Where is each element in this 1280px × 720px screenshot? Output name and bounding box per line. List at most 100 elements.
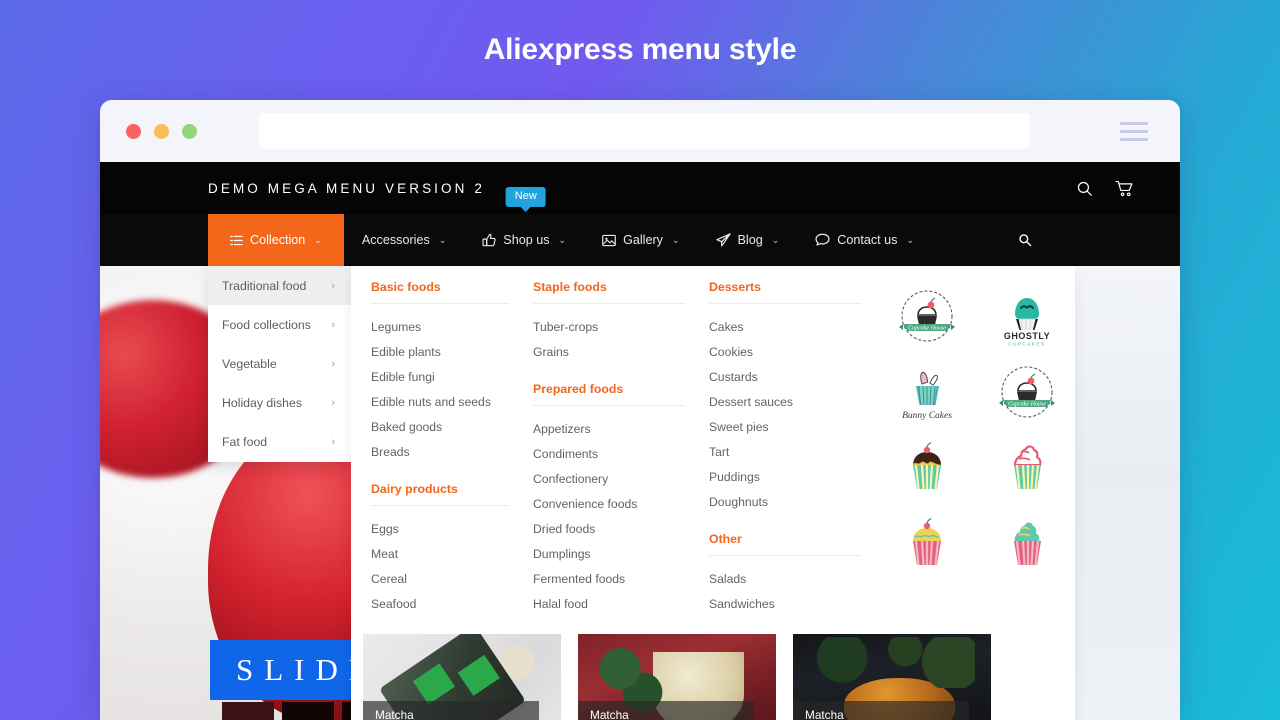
menu-link[interactable]: Appetizers xyxy=(533,416,685,441)
chat-icon xyxy=(815,233,830,247)
ghostly-cupcakes-logo[interactable]: GHOSTLY CUPCAKES xyxy=(987,280,1067,356)
nav-item-blog[interactable]: Blog ⌄ xyxy=(698,214,798,266)
mega-menu-content: Basic foods Legumes Edible plants Edible… xyxy=(351,266,1075,720)
nav-label: Shop us xyxy=(503,233,550,247)
menu-link[interactable]: Condiments xyxy=(533,441,685,466)
menu-link[interactable]: Meat xyxy=(371,541,509,566)
page-body: SLIDE Traditional food › Food collection… xyxy=(100,266,1180,720)
close-dot[interactable] xyxy=(126,123,141,139)
cupcake-house-badge-logo[interactable]: Cupcake House xyxy=(987,356,1067,432)
menu-link[interactable]: Tuber-crops xyxy=(533,314,685,339)
sidebar-item-holiday-dishes[interactable]: Holiday dishes › xyxy=(208,383,351,422)
sidebar-item-traditional-food[interactable]: Traditional food › xyxy=(208,266,351,305)
chocolate-cupcake-icon[interactable] xyxy=(887,432,967,508)
chevron-down-icon: ⌄ xyxy=(906,234,915,245)
minimize-dot[interactable] xyxy=(154,123,169,139)
promo-card[interactable]: Matcha Eat me! xyxy=(363,634,561,720)
menu-link[interactable]: Legumes xyxy=(371,314,509,339)
green-swirl-cupcake-icon[interactable] xyxy=(987,508,1067,584)
search-icon[interactable] xyxy=(1076,180,1093,197)
svg-text:Cupcake House: Cupcake House xyxy=(908,326,946,332)
menu-link[interactable]: Cakes xyxy=(709,314,861,339)
menu-link[interactable]: Halal food xyxy=(533,591,685,616)
site-nav: Collection ⌄ Accessories ⌄ New Shop us ⌄ xyxy=(100,187,1180,266)
url-input[interactable] xyxy=(259,113,1030,149)
menu-link[interactable]: Seafood xyxy=(371,591,509,616)
menu-link[interactable]: Grains xyxy=(533,339,685,364)
maximize-dot[interactable] xyxy=(182,123,197,139)
menu-link[interactable]: Salads xyxy=(709,566,861,591)
pink-swirl-cupcake-icon[interactable] xyxy=(987,432,1067,508)
page-title: Aliexpress menu style xyxy=(483,33,797,66)
menu-link[interactable]: Confectionery xyxy=(533,466,685,491)
nav-item-accessories[interactable]: Accessories ⌄ xyxy=(344,214,464,266)
menu-link[interactable]: Tart xyxy=(709,439,861,464)
menu-link[interactable]: Edible nuts and seeds xyxy=(371,389,509,414)
nav-item-collection[interactable]: Collection ⌄ xyxy=(208,214,344,266)
nav-item-contact-us[interactable]: Contact us ⌄ xyxy=(797,214,932,266)
menu-link[interactable]: Sandwiches xyxy=(709,591,861,616)
site-topbar: DEMO MEGA MENU VERSION 2 xyxy=(100,162,1180,214)
menu-link[interactable]: Edible fungi xyxy=(371,364,509,389)
nav-label: Collection xyxy=(250,233,306,247)
promo-card[interactable]: Matcha Eat me! xyxy=(793,634,991,720)
mega-menu-column-1: Basic foods Legumes Edible plants Edible… xyxy=(359,280,521,616)
nav-item-gallery[interactable]: Gallery ⌄ xyxy=(584,214,697,266)
nav-item-shop-us[interactable]: New Shop us ⌄ xyxy=(464,187,584,266)
page-background xyxy=(1075,266,1180,720)
promo-card-caption: Matcha Eat me! xyxy=(578,700,754,720)
menu-link[interactable]: Cereal xyxy=(371,566,509,591)
sidebar-item-label: Vegetable xyxy=(222,356,277,371)
chevron-down-icon: ⌄ xyxy=(671,234,680,245)
cupcake-house-badge-logo[interactable]: Cupcake House xyxy=(887,280,967,356)
thumbs-up-icon xyxy=(482,233,496,247)
svg-text:CUPCAKES: CUPCAKES xyxy=(1008,342,1045,347)
yellow-cupcake-icon[interactable] xyxy=(887,508,967,584)
new-badge: New xyxy=(505,187,546,207)
menu-link[interactable]: Dried foods xyxy=(533,516,685,541)
group-heading: Prepared foods xyxy=(533,382,685,406)
promo-card-caption: Matcha Eat me! xyxy=(363,700,539,720)
menu-link[interactable]: Dumplings xyxy=(533,541,685,566)
cart-icon[interactable] xyxy=(1115,180,1134,197)
menu-link[interactable]: Doughnuts xyxy=(709,489,861,514)
chevron-right-icon: › xyxy=(331,357,335,370)
menu-link[interactable]: Custards xyxy=(709,364,861,389)
menu-link[interactable]: Fermented foods xyxy=(533,566,685,591)
menu-link[interactable]: Convenience foods xyxy=(533,491,685,516)
image-icon xyxy=(602,234,616,247)
menu-link[interactable]: Dessert sauces xyxy=(709,389,861,414)
nav-label: Contact us xyxy=(837,233,898,247)
send-icon xyxy=(715,233,731,247)
promo-card-caption: Matcha Eat me! xyxy=(793,700,969,720)
promo-card-title: Matcha xyxy=(590,707,629,720)
mega-menu-promo-cards: Matcha Eat me! Matcha Eat me! xyxy=(351,616,1075,720)
sidebar-item-vegetable[interactable]: Vegetable › xyxy=(208,344,351,383)
menu-link[interactable]: Cookies xyxy=(709,339,861,364)
site-viewport: DEMO MEGA MENU VERSION 2 Collection ⌄ Ac… xyxy=(100,162,1180,720)
chevron-right-icon: › xyxy=(331,279,335,292)
sidebar-item-fat-food[interactable]: Fat food › xyxy=(208,422,351,461)
sidebar-item-food-collections[interactable]: Food collections › xyxy=(208,305,351,344)
menu-link[interactable]: Sweet pies xyxy=(709,414,861,439)
nav-label: Gallery xyxy=(623,233,663,247)
site-brand: DEMO MEGA MENU VERSION 2 xyxy=(208,180,485,196)
group-heading: Desserts xyxy=(709,280,861,304)
menu-link[interactable]: Puddings xyxy=(709,464,861,489)
nav-search-icon[interactable] xyxy=(1000,214,1050,266)
menu-link[interactable]: Breads xyxy=(371,439,509,464)
chevron-right-icon: › xyxy=(331,318,335,331)
hamburger-icon[interactable] xyxy=(1120,121,1148,141)
browser-chrome xyxy=(100,100,1180,162)
nav-label: Accessories xyxy=(361,233,430,247)
promo-card[interactable]: Matcha Eat me! xyxy=(578,634,776,720)
menu-link[interactable]: Edible plants xyxy=(371,339,509,364)
bunny-cakes-logo[interactable]: Bunny Cakes xyxy=(887,356,967,432)
svg-text:Cupcake House: Cupcake House xyxy=(1008,402,1046,408)
sidebar-item-label: Traditional food xyxy=(222,278,307,293)
mega-menu-panel: Traditional food › Food collections › Ve… xyxy=(208,266,1075,720)
chevron-down-icon: ⌄ xyxy=(314,234,322,245)
mega-menu-columns: Basic foods Legumes Edible plants Edible… xyxy=(351,280,1075,616)
menu-link[interactable]: Baked goods xyxy=(371,414,509,439)
menu-link[interactable]: Eggs xyxy=(371,516,509,541)
